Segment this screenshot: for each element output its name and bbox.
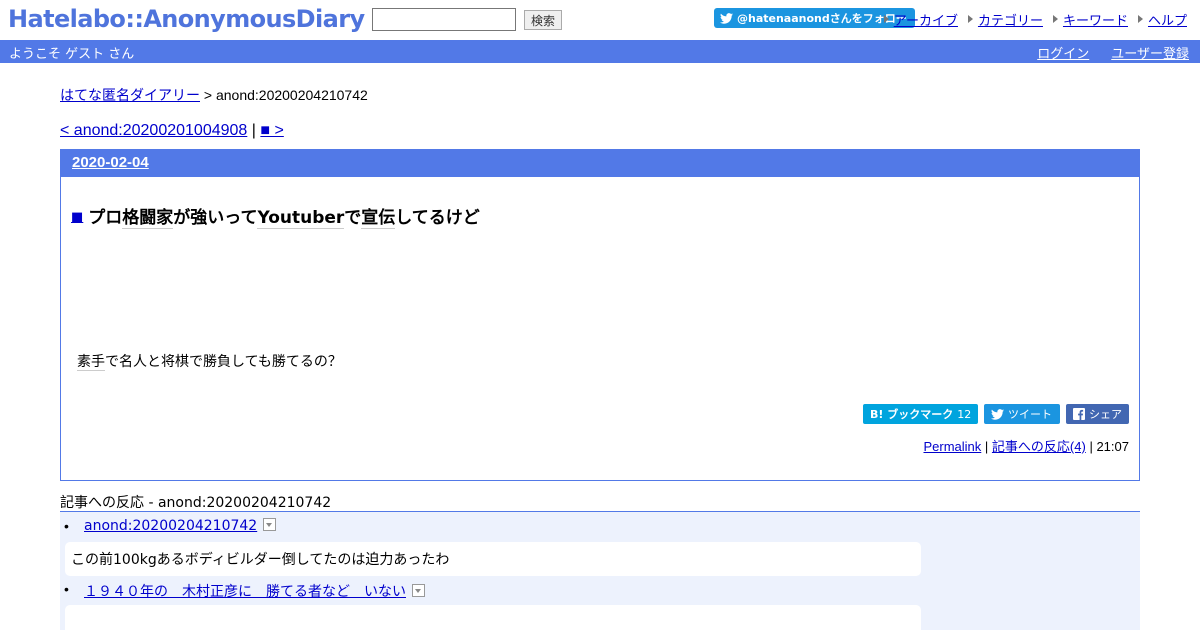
share-buttons: B! ブックマーク 12 ツイート シェア (863, 404, 1129, 424)
arrow-right-icon (1137, 14, 1145, 25)
nav-help-label: ヘルプ (1147, 14, 1187, 29)
permalink-link[interactable]: Permalink (923, 439, 981, 454)
body-text: で名人と将棋で勝負しても勝てるの？ (105, 354, 342, 370)
footer-separator: | (1089, 439, 1093, 454)
hatena-bookmark-label: B! ブックマーク (870, 408, 954, 421)
reaction-entry: １９４０年の 木村正彦に 勝てる者など いない (84, 581, 425, 601)
user-links: ログイン ユーザー登録 (1037, 43, 1189, 62)
list-bullet: • (64, 518, 69, 534)
nav-keyword-link[interactable]: キーワード (1052, 10, 1128, 29)
tweet-label: ツイート (1008, 408, 1052, 421)
arrow-right-icon (967, 14, 975, 25)
breadcrumb-current: anond:20200204210742 (215, 87, 368, 103)
breadcrumb: はてな匿名ダイアリー > anond:20200204210742 (60, 85, 368, 105)
login-link[interactable]: ログイン (1037, 43, 1089, 62)
keyword-link[interactable]: Youtuber (257, 208, 345, 229)
arrow-right-icon (1052, 14, 1060, 25)
welcome-text: ようこそ ゲスト さん (9, 47, 135, 62)
title-part: してるけど (395, 208, 480, 228)
diary-day: 2020-02-04 ■ プロ格闘家が強いってYoutuberで宣伝してるけど 素… (60, 149, 1140, 481)
nav-archive-link[interactable]: アーカイブ (883, 10, 958, 29)
title-part: プロ (88, 208, 123, 228)
user-bar: ようこそ ゲスト さん ログイン ユーザー登録 (0, 40, 1200, 63)
entry-time: 21:07 (1096, 439, 1129, 454)
keyword-link[interactable]: 宣伝 (361, 208, 396, 229)
reaction-link[interactable]: anond:20200204210742 (84, 518, 257, 534)
nav-category-label: カテゴリー (977, 14, 1043, 29)
breadcrumb-separator: > (203, 87, 213, 103)
keyword-link[interactable]: 格闘家 (122, 208, 174, 229)
header: Hatelabo::AnonymousDiary 検索 @hatenaanond… (0, 0, 1200, 40)
site-logo[interactable]: Hatelabo::AnonymousDiary (8, 5, 365, 33)
reactions-link[interactable]: 記事への反応(4) (992, 439, 1086, 454)
tweet-button[interactable]: ツイート (984, 404, 1060, 424)
twitter-bird-icon (991, 408, 1004, 420)
reaction-link[interactable]: １９４０年の 木村正彦に 勝てる者など いない (84, 584, 406, 600)
reaction-body (65, 605, 921, 630)
facebook-icon (1073, 408, 1085, 420)
reaction-body: この前100kgあるボディビルダー倒してたのは迫力あったわ (65, 542, 921, 576)
search-button[interactable]: 検索 (524, 10, 562, 30)
entry-title: ■ プロ格闘家が強いってYoutuberで宣伝してるけど (71, 203, 480, 229)
entry-body: 素手で名人と将棋で勝負しても勝てるの？ (77, 351, 342, 371)
prev-entry-link[interactable]: < anond:20200201004908 (60, 122, 247, 139)
chevron-down-icon[interactable] (263, 518, 277, 531)
search-input[interactable] (372, 8, 516, 31)
reactions-heading: 記事への反応 - anond:20200204210742 (60, 492, 331, 512)
arrow-right-icon (883, 14, 891, 25)
breadcrumb-home-link[interactable]: はてな匿名ダイアリー (60, 88, 200, 104)
nav-help-link[interactable]: ヘルプ (1137, 10, 1187, 29)
twitter-bird-icon (720, 12, 733, 24)
keyword-link[interactable]: 記事への反応 (60, 495, 144, 512)
entry-footer: Permalink | 記事への反応(4) | 21:07 (923, 436, 1129, 455)
nav-category-link[interactable]: カテゴリー (967, 10, 1043, 29)
facebook-share-button[interactable]: シェア (1066, 404, 1129, 424)
nav-archive-label: アーカイブ (893, 14, 958, 29)
nav-keyword-label: キーワード (1062, 14, 1128, 29)
footer-separator: | (984, 439, 989, 454)
next-entry-link[interactable]: ■ > (260, 122, 283, 139)
entry-permalink-square[interactable]: ■ (71, 210, 83, 225)
day-header: 2020-02-04 (61, 150, 1139, 177)
pager-separator: | (251, 122, 256, 139)
entry-pager: < anond:20200201004908 | ■ > (60, 122, 284, 140)
day-date-link[interactable]: 2020-02-04 (72, 154, 149, 171)
title-part: が強いって (173, 208, 258, 228)
facebook-share-label: シェア (1089, 408, 1122, 421)
reactions-list: • anond:20200204210742 この前100kgあるボディビルダー… (60, 511, 1140, 630)
title-part: で (344, 208, 362, 228)
reactions-heading-id: - anond:20200204210742 (144, 495, 332, 511)
chevron-down-icon[interactable] (412, 584, 425, 597)
twitter-follow-label: @hatenaanondさんをフォロー (737, 12, 907, 25)
hatena-bookmark-button[interactable]: B! ブックマーク 12 (863, 404, 978, 424)
list-bullet: • (64, 581, 69, 597)
header-nav: アーカイブ カテゴリー キーワード ヘルプ (883, 10, 1187, 29)
bookmark-count: 12 (957, 407, 972, 421)
keyword-link[interactable]: 素手 (77, 354, 105, 371)
register-link[interactable]: ユーザー登録 (1111, 43, 1189, 62)
reaction-entry: anond:20200204210742 (84, 518, 277, 534)
